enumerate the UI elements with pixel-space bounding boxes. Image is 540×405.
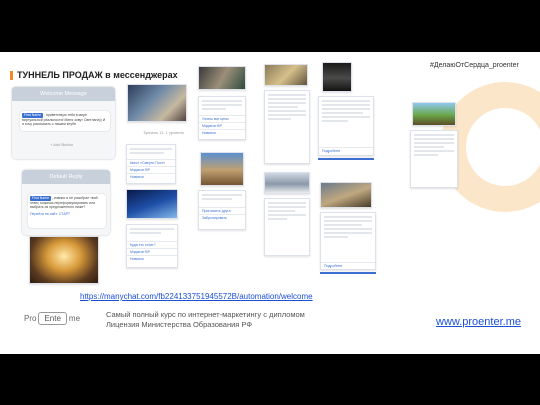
course-line-2: Лицензия Министерства Образования РФ [106,320,253,329]
card-5-button[interactable]: Подробнее [319,147,373,154]
vr-photo-card [127,84,187,122]
welcome-panel-heading: Welcome Message [12,87,115,101]
chat-card-1: Квест «Смерти Пост» Мэдисон ВР Новинки [126,144,176,184]
site-url[interactable]: www.proenter.me [436,316,521,328]
scene-photo-card [198,66,246,90]
card-3-button-2[interactable]: Мэдисон ВР [199,122,245,129]
book-photo-card [29,236,99,284]
chat-card-2: Куда это стоит? Мэдисон ВР Новинки [126,224,178,268]
page-title: ТУННЕЛЬ ПРОДАЖ в мессенджерах [10,70,178,80]
fortress-photo [321,183,371,207]
snow-scene-photo [265,173,309,193]
page-title-text: ТУННЕЛЬ ПРОДАЖ в мессенджерах [17,70,178,80]
default-reply-link[interactable]: Перейти на сайт: СТАРТ [30,212,104,217]
card-2-button-2[interactable]: Мэдисон ВР [127,248,177,255]
card-4-button-2[interactable]: Забронировать [199,214,245,221]
card-1-button-1[interactable]: Квест «Смерти Пост» [127,159,175,166]
logo-left: Pro [24,314,37,323]
chat-card-3: Узнать все цены Мэдисон ВР Новинки [198,96,246,140]
card-1-button-3[interactable]: Новинки [127,173,175,180]
blocky-game-photo [413,103,455,125]
title-accent-bar [10,70,13,80]
active-indicator-1 [318,158,374,160]
course-description: Самый полный курс по интернет-маркетингу… [106,310,305,330]
logo-right: me [68,314,81,323]
snow-photo-card [264,172,310,194]
welcome-panel: Welcome Message First Name , приветствую… [12,87,115,159]
vr-scene-photo [199,67,245,89]
card-3-button-1[interactable]: Узнать все цены [199,115,245,122]
proenter-logo: Pro Ente me [24,312,80,325]
hashtag: #ДелаюОтСердца_proenter [430,62,519,69]
chat-card-4: Пригласить друга Забронировать [198,190,246,230]
card-2-button-3[interactable]: Новинки [127,255,177,262]
slide: #ДелаюОтСердца_proenter ТУННЕЛЬ ПРОДАЖ в… [0,0,540,405]
card-4-button-1[interactable]: Пригласить друга [199,207,245,214]
text-card-3: Подробнее [318,96,374,156]
slide-canvas: #ДелаюОтСердца_proenter ТУННЕЛЬ ПРОДАЖ в… [0,52,540,354]
minecraft-photo-card [412,102,456,126]
underwater-photo [127,190,177,218]
creed-photo-card [322,62,352,92]
welcome-bubble: First Name , приветствую тебя в мире вир… [20,111,110,131]
ruins-photo [265,65,307,85]
default-reply-heading: Default Reply [22,170,110,184]
fortress-photo-card [320,182,372,208]
card-6-button[interactable]: Подробнее [321,262,375,269]
text-card-5 [410,130,458,188]
ruins-photo-card [264,64,308,86]
text-card-1 [264,90,310,164]
glowing-book-photo [30,237,98,283]
tunnel-caption: Туннель 11: 1 уровень [143,130,184,135]
text-card-2 [264,198,310,256]
logo-box: Ente [38,312,67,325]
active-indicator-2 [320,272,376,274]
game-screenshot [201,153,243,185]
card-1-button-2[interactable]: Мэдисон ВР [127,166,175,173]
card-3-button-3[interactable]: Новинки [199,129,245,136]
manychat-link[interactable]: https://manychat.com/fb224133751945572B/… [80,292,313,301]
ocean-photo-card [126,189,178,219]
default-reply-bubble: First Name , извини я не разобрал твой о… [28,194,106,228]
game-photo-card [200,152,244,186]
default-reply-panel: Default Reply First Name , извини я не р… [22,170,110,235]
course-line-1: Самый полный курс по интернет-маркетингу… [106,310,305,319]
vr-group-photo [128,85,186,121]
creed-poster [323,63,351,91]
text-card-4: Подробнее [320,212,376,270]
card-2-button-1[interactable]: Куда это стоит? [127,241,177,248]
add-button[interactable]: + Add Button [50,142,73,147]
